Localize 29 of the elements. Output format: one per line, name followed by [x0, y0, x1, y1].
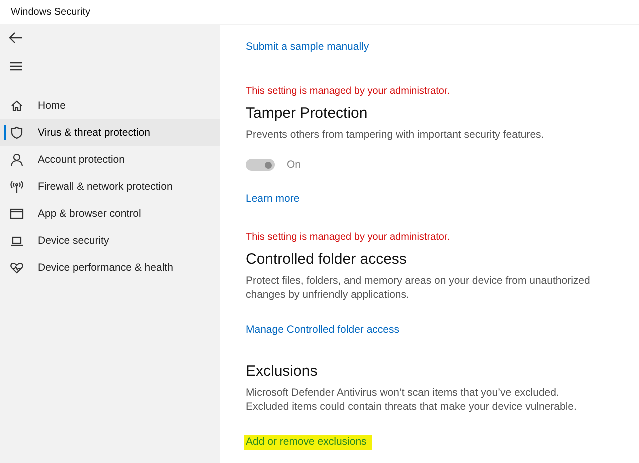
section-title: Tamper Protection: [246, 105, 369, 122]
window-title: Windows Security: [11, 6, 90, 18]
sidebar-item[interactable]: Account protection: [0, 146, 220, 173]
sidebar-item[interactable]: Virus & threat protection: [0, 119, 220, 146]
section-description: Prevents others from tampering with important security features.: [246, 128, 546, 142]
home-icon: [10, 98, 24, 112]
sidebar-item[interactable]: Firewall & network protection: [0, 173, 220, 200]
section-description: Microsoft Defender Antivirus won’t scan items that you’ve excluded. Excluded items could contain threats that make your device vulnerable.: [246, 386, 578, 414]
shield-icon: [10, 126, 24, 140]
section-link[interactable]: Learn more: [246, 193, 300, 205]
sidebar-item[interactable]: Device security: [0, 227, 220, 254]
window-icon: [10, 206, 24, 220]
menu-icon[interactable]: [10, 62, 22, 71]
heart-icon: [10, 260, 24, 274]
admin-notice: This setting is managed by your administrator.: [246, 232, 451, 243]
section-link[interactable]: Add or remove exclusions: [244, 435, 372, 450]
section-link[interactable]: Manage Controlled folder access: [246, 324, 400, 336]
admin-notice: This setting is managed by your administrator.: [246, 86, 451, 97]
sidebar-item[interactable]: Home: [0, 92, 220, 119]
section-title: Controlled folder access: [246, 251, 408, 268]
antenna-icon: [10, 180, 24, 194]
sidebar-item[interactable]: App & browser control: [0, 200, 220, 227]
sidebar-item[interactable]: Device performance & health: [0, 254, 220, 281]
section-description: Protect files, folders, and memory areas on your device from unauthorized changes by unfriendly applications.: [246, 274, 592, 302]
submit-sample-link[interactable]: Submit a sample manually: [246, 41, 370, 53]
back-icon[interactable]: [9, 32, 23, 44]
toggle-label: On: [287, 159, 302, 171]
person-icon: [10, 152, 24, 166]
section-title: Exclusions: [246, 363, 319, 380]
